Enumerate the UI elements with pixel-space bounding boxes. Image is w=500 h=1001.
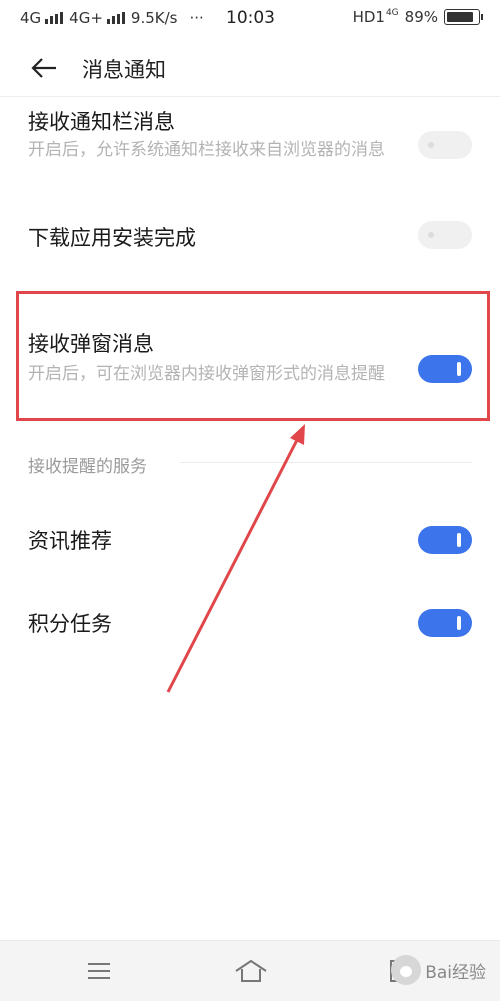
signal-1-icon — [45, 12, 65, 24]
section-divider — [180, 462, 472, 463]
network-speed: 9.5K/s — [130, 9, 178, 27]
back-arrow-icon[interactable] — [30, 54, 58, 82]
header: 消息通知 — [0, 40, 500, 97]
network-3-label: 4G — [385, 8, 399, 18]
hd-label: HD1 — [352, 8, 385, 26]
service-row-news: 资讯推荐 — [0, 515, 500, 565]
menu-icon[interactable] — [84, 957, 114, 985]
status-bar: 4G 4G+ 9.5K/s ··· 10:03 HD1 4G 89% — [0, 0, 500, 36]
highlight-box — [16, 291, 490, 421]
watermark-text: Bai经验 — [425, 962, 486, 983]
setting-title: 下载应用安装完成 — [28, 226, 196, 250]
navigation-bar: Bai经验 — [0, 940, 500, 1001]
home-icon[interactable] — [233, 957, 269, 985]
signal-2-icon — [106, 12, 127, 24]
service-title: 积分任务 — [28, 612, 112, 636]
network-2-label: 4G+ — [69, 9, 103, 27]
service-row-points: 积分任务 — [0, 598, 500, 648]
setting-row-notification-bar: 接收通知栏消息 开启后，允许系统通知栏接收来自浏览器的消息 — [0, 100, 500, 190]
setting-title: 接收通知栏消息 — [28, 110, 175, 134]
battery-icon — [444, 9, 483, 25]
section-label: 接收提醒的服务 — [28, 457, 147, 477]
service-title: 资讯推荐 — [28, 529, 112, 553]
news-recommendation-toggle[interactable] — [418, 526, 472, 554]
points-tasks-toggle[interactable] — [418, 609, 472, 637]
setting-row-download-complete: 下载应用安装完成 — [0, 212, 500, 262]
status-right: HD1 4G 89% — [352, 8, 483, 26]
watermark: Bai经验 — [391, 955, 486, 985]
battery-percent: 89% — [404, 8, 438, 26]
download-complete-toggle[interactable] — [418, 221, 472, 249]
status-left: 4G 4G+ 9.5K/s ··· — [20, 9, 208, 27]
notification-bar-toggle[interactable] — [418, 131, 472, 159]
paw-logo-icon — [391, 955, 422, 985]
clock: 10:03 — [226, 8, 275, 28]
network-1-label: 4G — [20, 9, 42, 27]
setting-description: 开启后，允许系统通知栏接收来自浏览器的消息 — [28, 140, 385, 160]
page-title: 消息通知 — [82, 58, 166, 82]
more-dots: ··· — [189, 9, 204, 27]
